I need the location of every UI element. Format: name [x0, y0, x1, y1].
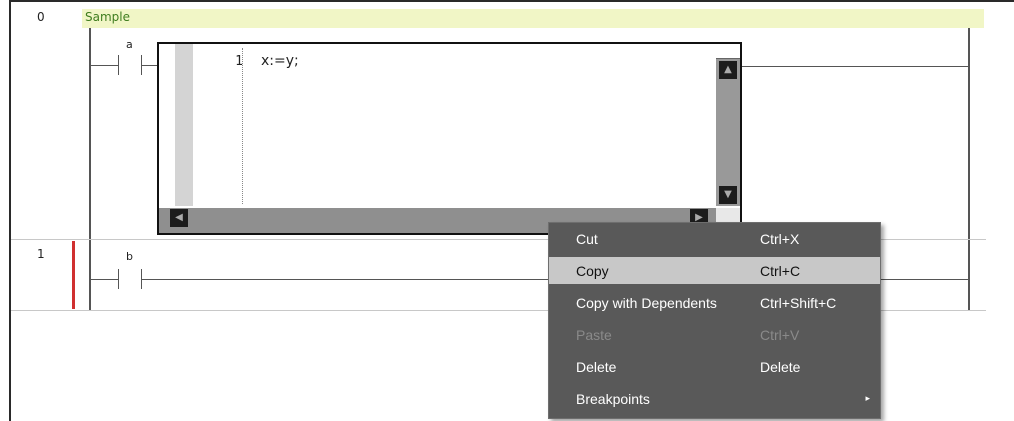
- rung-wire: [91, 279, 118, 280]
- st-inline-editor[interactable]: 1 x:=y; ▲ ▼ ◀ ▶: [157, 42, 742, 235]
- gutter-divider: [242, 48, 243, 204]
- editor-left-margin: [159, 44, 175, 206]
- contact-b-label: b: [126, 250, 133, 263]
- menu-item-paste[interactable]: Paste Ctrl+V: [549, 321, 880, 348]
- menu-item-cut[interactable]: Cut Ctrl+X: [549, 225, 880, 252]
- left-power-rail: [89, 28, 91, 310]
- rung-number: 1: [37, 247, 45, 261]
- menu-item-shortcut: Ctrl+Shift+C: [760, 295, 837, 311]
- menu-item-delete[interactable]: Delete Delete: [549, 353, 880, 380]
- menu-item-breakpoints[interactable]: Breakpoints ▸: [549, 385, 880, 412]
- menu-item-label: Breakpoints: [576, 391, 650, 407]
- menu-item-copy[interactable]: Copy Ctrl+C: [549, 257, 880, 284]
- scrollbar-top-cap: [716, 44, 740, 59]
- editor-gutter: [175, 44, 193, 206]
- menu-item-shortcut: Ctrl+X: [760, 231, 800, 247]
- contact-b-left-bar[interactable]: [118, 269, 119, 289]
- contact-a-label: a: [126, 38, 133, 51]
- menu-item-label: Paste: [576, 327, 612, 343]
- rung-selection-marker: [72, 241, 75, 309]
- contact-a-left-bar[interactable]: [118, 55, 119, 75]
- menu-item-shortcut: Ctrl+C: [760, 263, 801, 279]
- submenu-arrow-icon: ▸: [865, 393, 870, 403]
- rung-comment[interactable]: Sample: [85, 10, 130, 24]
- context-menu: Cut Ctrl+X Copy Ctrl+C Copy with Depende…: [548, 222, 881, 419]
- rung-wire: [742, 66, 968, 67]
- menu-item-label: Delete: [576, 359, 617, 375]
- rung-wire: [141, 279, 548, 280]
- rung-number: 0: [37, 10, 45, 24]
- menu-item-shortcut: Delete: [760, 359, 801, 375]
- scroll-left-icon[interactable]: ◀: [170, 209, 188, 227]
- menu-item-label: Copy with Dependents: [576, 295, 717, 311]
- menu-item-copy-with-dependents[interactable]: Copy with Dependents Ctrl+Shift+C: [549, 289, 880, 316]
- menu-item-label: Copy: [576, 263, 609, 279]
- scroll-down-icon[interactable]: ▼: [719, 186, 737, 204]
- line-number: 1: [235, 54, 243, 69]
- rung-wire: [91, 65, 118, 66]
- rung-wire: [141, 65, 158, 66]
- rung-comment-bar[interactable]: [82, 9, 984, 28]
- menu-item-shortcut: Ctrl+V: [760, 327, 800, 343]
- rung-wire: [881, 279, 968, 280]
- menu-item-label: Cut: [576, 231, 598, 247]
- code-line[interactable]: x:=y;: [261, 53, 299, 69]
- right-power-rail: [968, 28, 970, 310]
- scroll-up-icon[interactable]: ▲: [719, 61, 737, 79]
